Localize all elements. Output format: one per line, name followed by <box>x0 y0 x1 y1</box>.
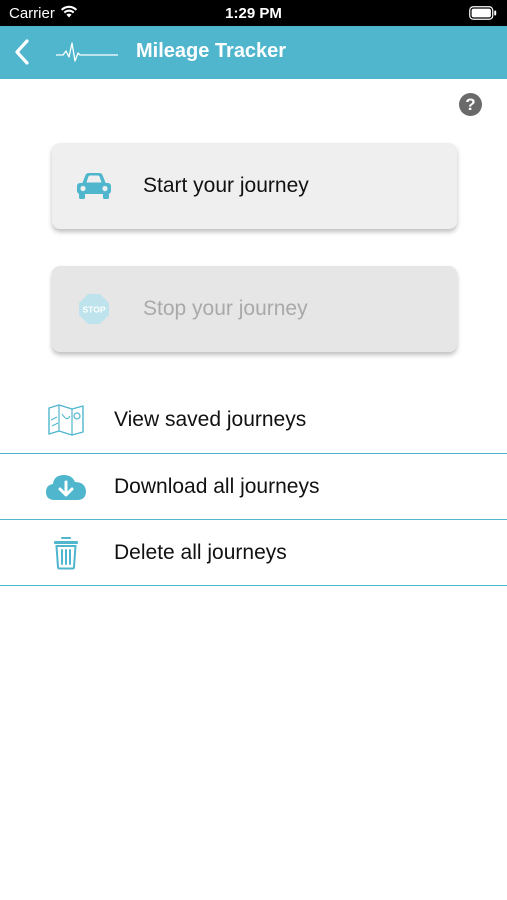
delete-all-label: Delete all journeys <box>114 541 287 564</box>
heartbeat-logo-icon <box>56 40 118 69</box>
chevron-left-icon <box>15 39 29 65</box>
divider <box>0 585 507 586</box>
car-icon <box>72 166 116 206</box>
stop-sign-icon: STOP <box>72 289 116 329</box>
list-item-download-all[interactable]: Download all journeys <box>0 454 507 520</box>
stop-journey-label: Stop your journey <box>143 297 308 320</box>
nav-bar: Mileage Tracker <box>0 26 507 79</box>
stop-sign-text: STOP <box>83 305 106 315</box>
trash-icon <box>44 533 88 573</box>
page-title: Mileage Tracker <box>136 40 287 62</box>
start-journey-button[interactable]: Start your journey <box>52 143 457 229</box>
list-item-view-saved[interactable]: View saved journeys <box>0 387 507 453</box>
battery-icon <box>469 6 497 24</box>
help-icon[interactable]: ? <box>459 93 482 116</box>
view-saved-label: View saved journeys <box>114 408 307 431</box>
status-time: 1:29 PM <box>225 5 282 22</box>
stop-journey-button[interactable]: STOP Stop your journey <box>52 266 457 352</box>
list-item-delete-all[interactable]: Delete all journeys <box>0 520 507 586</box>
map-icon <box>44 400 88 440</box>
status-bar: Carrier 1:29 PM <box>0 0 507 26</box>
start-journey-label: Start your journey <box>143 174 309 197</box>
back-button[interactable] <box>8 37 36 67</box>
download-all-label: Download all journeys <box>114 475 320 498</box>
cloud-download-icon <box>44 467 88 507</box>
